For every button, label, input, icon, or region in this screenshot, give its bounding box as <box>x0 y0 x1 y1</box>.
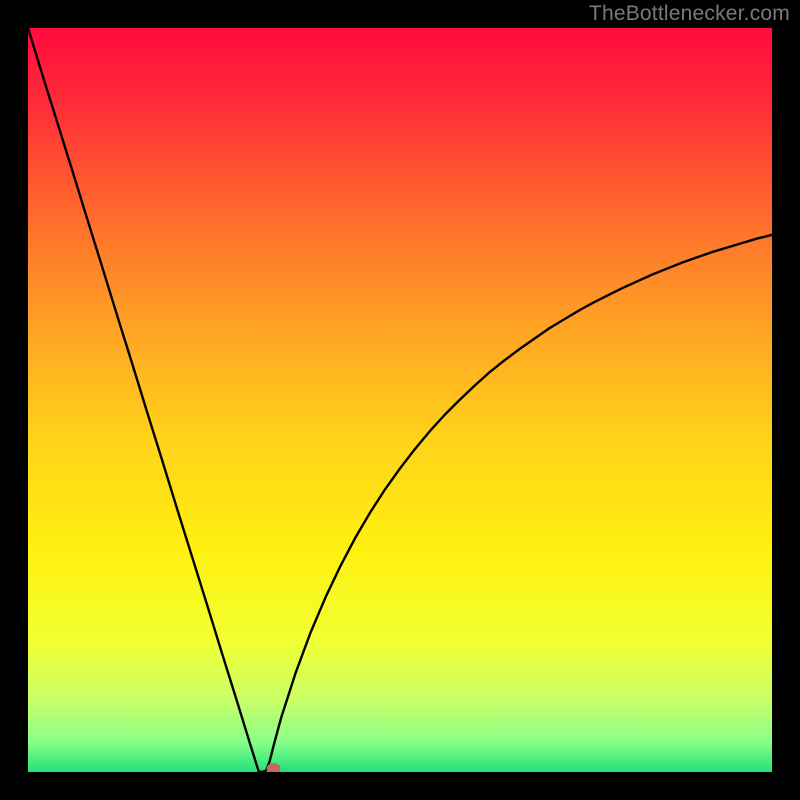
chart-frame: TheBottlenecker.com <box>0 0 800 800</box>
chart-svg <box>28 28 772 772</box>
plot-area <box>28 28 772 772</box>
watermark-text: TheBottlenecker.com <box>589 2 790 26</box>
gradient-background <box>28 28 772 772</box>
